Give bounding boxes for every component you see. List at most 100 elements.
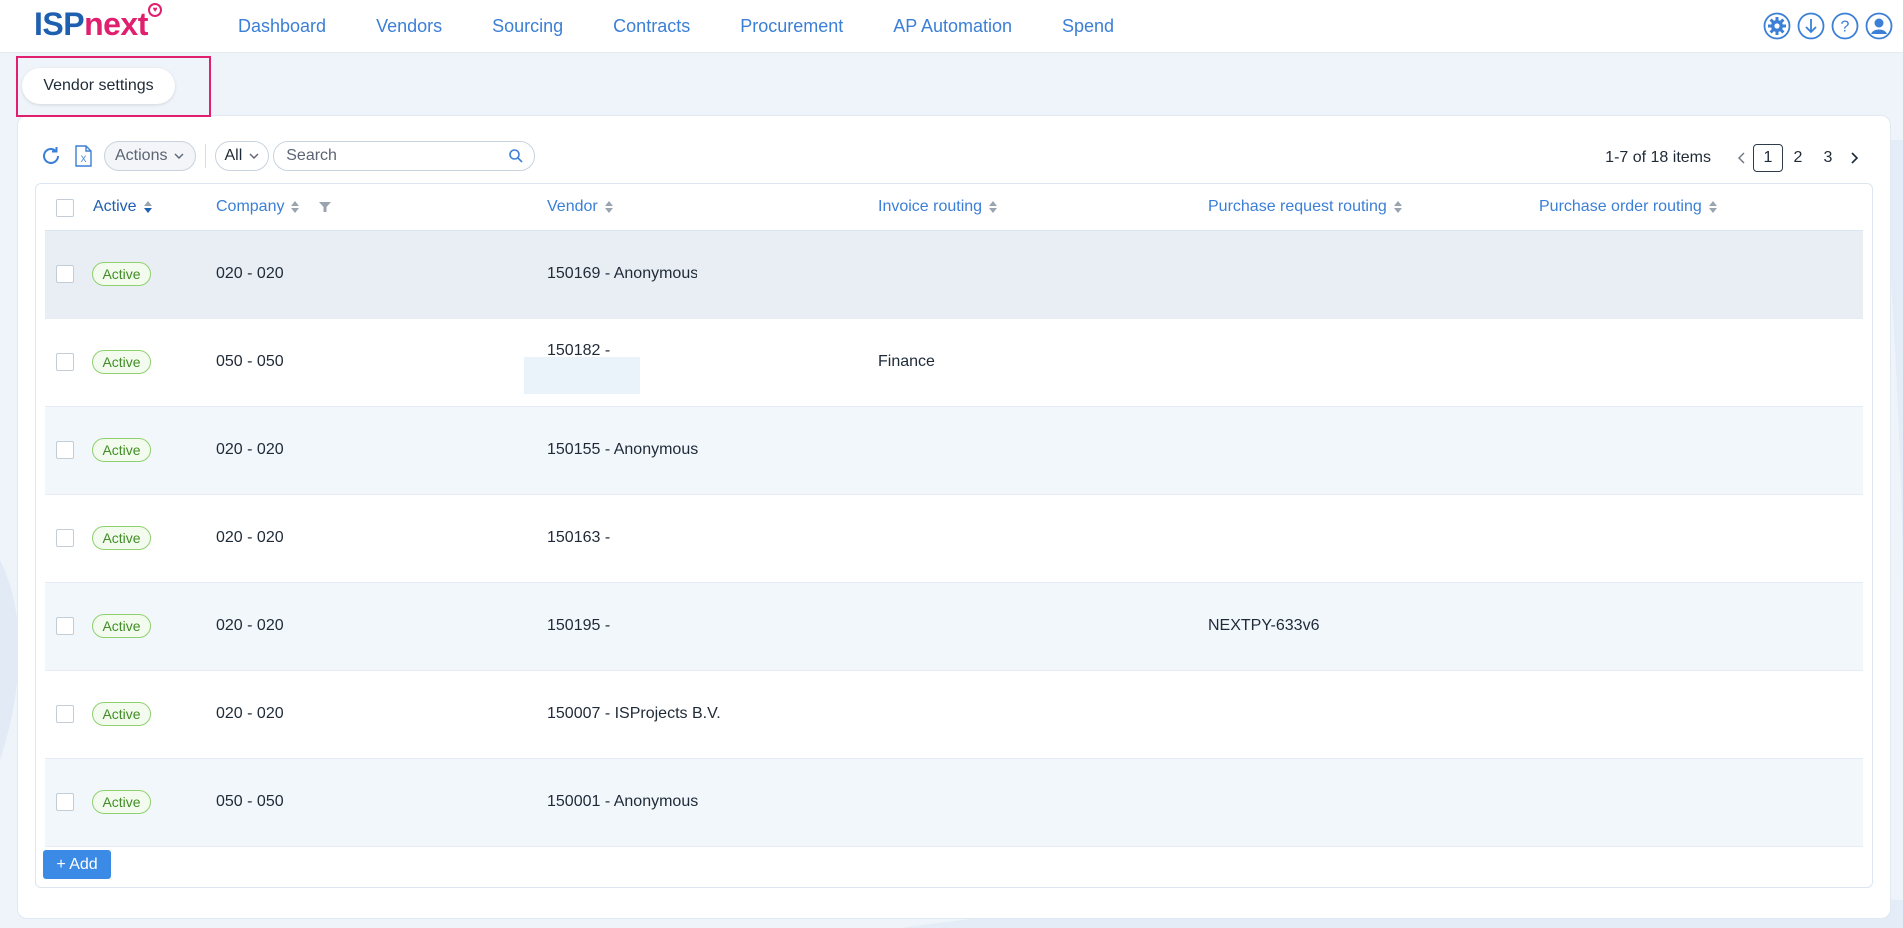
nav-dashboard[interactable]: Dashboard: [238, 16, 326, 37]
company-cell: 020 - 020: [216, 617, 284, 634]
row-checkbox[interactable]: [56, 705, 74, 723]
sort-icon: [1708, 201, 1717, 213]
sort-icon: [604, 201, 613, 213]
status-badge: Active: [92, 790, 151, 814]
excel-export-icon[interactable]: X: [72, 145, 94, 167]
grid-toolbar: X Actions All: [40, 141, 536, 171]
column-label: Purchase order routing: [1539, 198, 1702, 215]
row-checkbox[interactable]: [56, 265, 74, 283]
status-badge: Active: [92, 702, 151, 726]
redacted-area: [524, 357, 640, 394]
column-header-active[interactable]: Active: [93, 198, 153, 216]
table-row[interactable]: Active 050 - 050 150182 - Finance: [45, 319, 1863, 407]
filter-select-value: All: [224, 147, 243, 164]
chevron-down-icon: [174, 153, 184, 159]
column-label: Purchase request routing: [1208, 198, 1387, 215]
page-3-button[interactable]: 3: [1813, 144, 1843, 172]
search-box: [273, 141, 536, 171]
nav-procurement[interactable]: Procurement: [740, 16, 843, 37]
page-1-button[interactable]: 1: [1753, 144, 1783, 172]
table-row[interactable]: Active 020 - 020 150163 -: [45, 495, 1863, 583]
ispnext-logo[interactable]: ISPnext ♥: [34, 3, 162, 43]
column-header-company[interactable]: Company: [216, 198, 332, 216]
nav-ap-automation[interactable]: AP Automation: [893, 16, 1012, 37]
table-row[interactable]: Active 020 - 020 150169 - Anonymous: [45, 231, 1863, 319]
pagination-info: 1-7 of 18 items: [1605, 149, 1711, 166]
actions-dropdown[interactable]: Actions: [104, 141, 197, 171]
main-nav: Dashboard Vendors Sourcing Contracts Pro…: [238, 0, 1164, 52]
vendor-cell: 150169 - Anonymous: [547, 265, 697, 282]
table-row[interactable]: Active 020 - 020 150195 - NEXTPY-633v6: [45, 583, 1863, 671]
vendor-cell: 150007 - ISProjects B.V.: [547, 705, 721, 722]
filter-icon[interactable]: [318, 200, 332, 214]
row-checkbox[interactable]: [56, 353, 74, 371]
svg-text:X: X: [80, 154, 86, 164]
tab-highlight-frame: [16, 56, 211, 117]
column-label: Company: [216, 198, 285, 215]
download-icon[interactable]: [1797, 12, 1825, 40]
vendor-cell: 150163 -: [547, 529, 611, 546]
sort-icon: [291, 201, 300, 213]
prev-page-button[interactable]: [1731, 147, 1753, 169]
company-cell: 020 - 020: [216, 265, 284, 282]
purchase-request-routing-cell: NEXTPY-633v6: [1208, 617, 1320, 634]
next-page-button[interactable]: [1843, 147, 1865, 169]
user-icon[interactable]: [1865, 12, 1893, 40]
column-label: Invoice routing: [878, 198, 983, 215]
table-row[interactable]: Active 050 - 050 150001 - Anonymous: [45, 759, 1863, 847]
help-icon[interactable]: ?: [1831, 12, 1859, 40]
column-header-purchase-request-routing[interactable]: Purchase request routing: [1208, 198, 1403, 216]
nav-sourcing[interactable]: Sourcing: [492, 16, 563, 37]
column-header-vendor[interactable]: Vendor: [547, 198, 614, 216]
page-2-button[interactable]: 2: [1783, 144, 1813, 172]
column-label: Active: [93, 198, 137, 215]
svg-text:?: ?: [1841, 19, 1850, 36]
vendor-cell: 150195 -: [547, 617, 611, 634]
company-cell: 050 - 050: [216, 353, 284, 370]
vendor-settings-table: Active Company Vendor Invoice routing Pu…: [35, 183, 1873, 888]
nav-spend[interactable]: Spend: [1062, 16, 1114, 37]
status-badge: Active: [92, 262, 151, 286]
sort-icon: [989, 201, 998, 213]
status-badge: Active: [92, 350, 151, 374]
refresh-icon[interactable]: [40, 145, 62, 167]
settings-icon[interactable]: [1763, 12, 1791, 40]
company-cell: 020 - 020: [216, 529, 284, 546]
sort-icon: [1393, 201, 1402, 213]
table-row[interactable]: Active 020 - 020 150007 - ISProjects B.V…: [45, 671, 1863, 759]
nav-contracts[interactable]: Contracts: [613, 16, 690, 37]
select-all-checkbox[interactable]: [56, 199, 74, 217]
top-navigation-bar: ISPnext ♥ Dashboard Vendors Sourcing Con…: [0, 0, 1903, 53]
table-row[interactable]: Active 020 - 020 150155 - Anonymous: [45, 407, 1863, 495]
add-button[interactable]: + Add: [43, 850, 111, 879]
status-badge: Active: [92, 438, 151, 462]
company-cell: 050 - 050: [216, 793, 284, 810]
status-badge: Active: [92, 614, 151, 638]
column-label: Vendor: [547, 198, 598, 215]
invoice-routing-cell: Finance: [878, 353, 935, 370]
actions-label: Actions: [115, 147, 168, 164]
filter-select[interactable]: All: [215, 141, 270, 171]
nav-vendors[interactable]: Vendors: [376, 16, 442, 37]
search-input[interactable]: [284, 146, 509, 166]
row-checkbox[interactable]: [56, 793, 74, 811]
row-checkbox[interactable]: [56, 441, 74, 459]
vendor-cell: 150001 - Anonymous: [547, 793, 699, 810]
row-checkbox[interactable]: [56, 529, 74, 547]
vendor-cell: 150155 - Anonymous: [547, 441, 699, 458]
chevron-left-icon: [1738, 152, 1745, 164]
pagination: 1-7 of 18 items 1 2 3: [1605, 144, 1865, 172]
search-icon[interactable]: [508, 148, 524, 164]
status-badge: Active: [92, 526, 151, 550]
top-right-icons: ?: [1763, 12, 1893, 40]
table-header: Active Company Vendor Invoice routing Pu…: [45, 184, 1863, 231]
toolbar-divider: [205, 144, 207, 168]
company-cell: 020 - 020: [216, 441, 284, 458]
row-checkbox[interactable]: [56, 617, 74, 635]
column-header-invoice-routing[interactable]: Invoice routing: [878, 198, 998, 216]
chevron-down-icon: [249, 153, 259, 159]
company-cell: 020 - 020: [216, 705, 284, 722]
sort-icon: [143, 201, 152, 213]
column-header-purchase-order-routing[interactable]: Purchase order routing: [1539, 198, 1718, 216]
chevron-right-icon: [1851, 152, 1859, 164]
